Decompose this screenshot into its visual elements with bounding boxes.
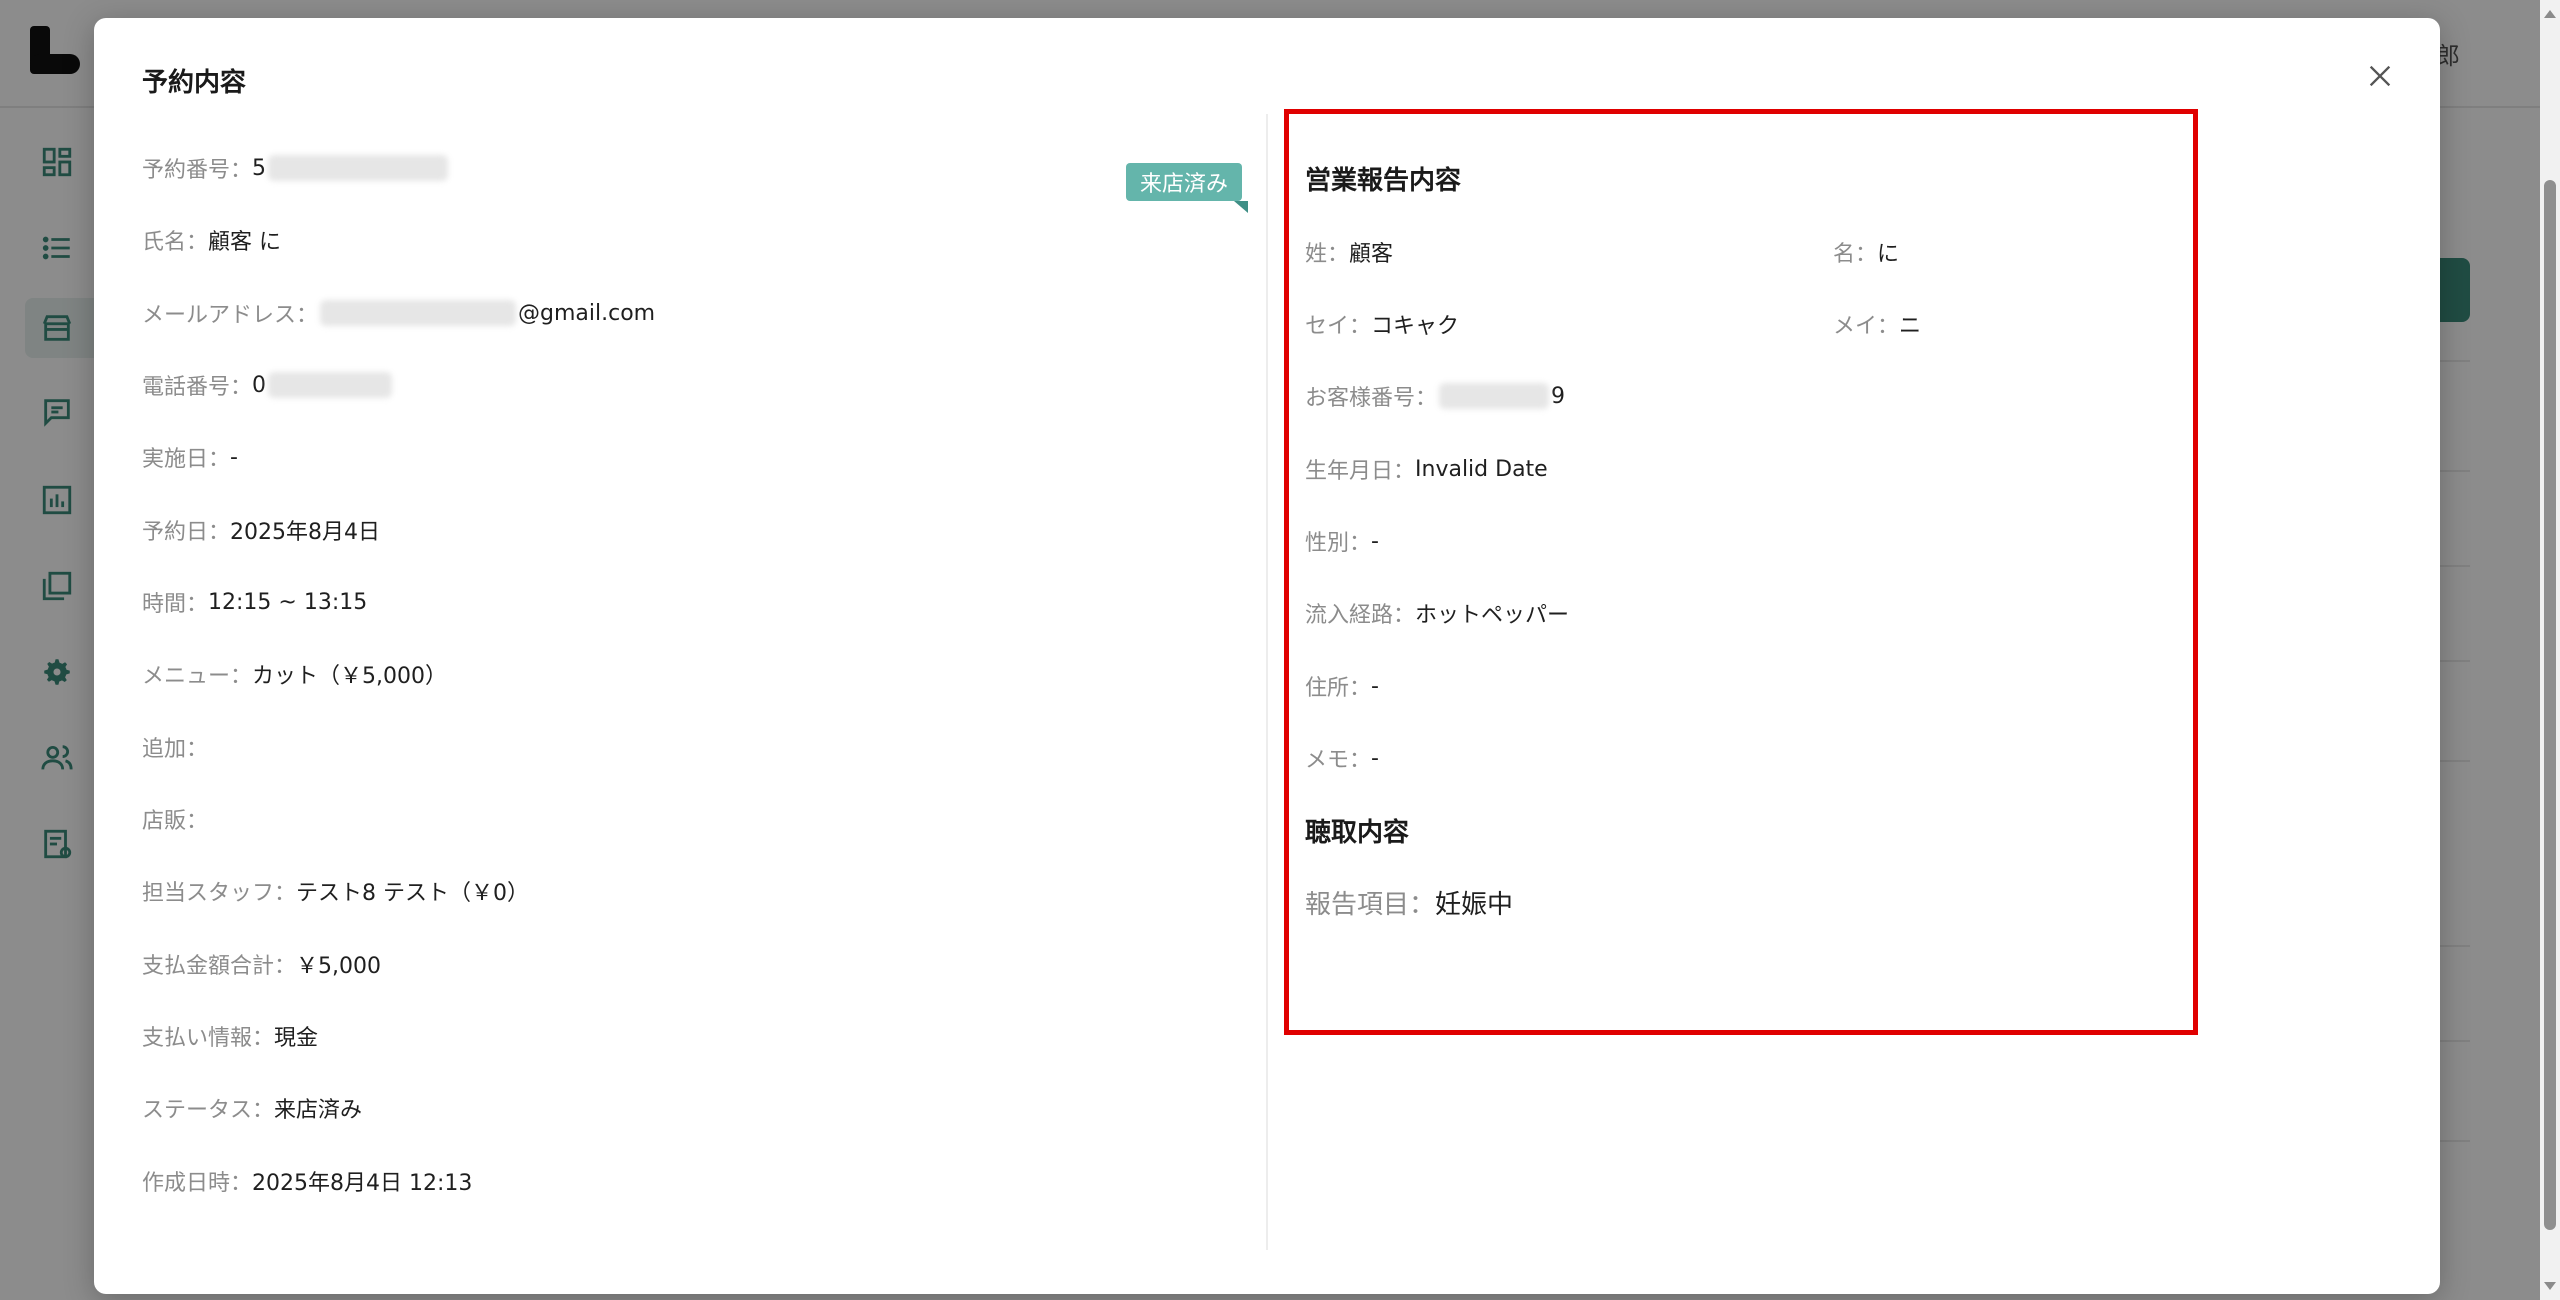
- field-label: 予約日：: [142, 520, 231, 545]
- field-label: 予約番号：: [142, 158, 253, 183]
- scroll-up-icon[interactable]: [2544, 10, 2556, 18]
- reservation-detail-modal: 予約内容 予約番号： 5 氏名： 顧客 に メールアドレス： @gmail.co…: [94, 18, 2440, 1294]
- status-badge: 来店済み: [1126, 163, 1243, 201]
- field-value: -: [1371, 528, 1379, 554]
- field-created-at: 作成日時： 2025年8月4日 12:13: [142, 1161, 472, 1201]
- field-label: セイ：: [1305, 314, 1372, 339]
- field-value: -: [1371, 745, 1379, 771]
- field-reservation-number: 予約番号： 5: [142, 148, 450, 188]
- redacted-text: [268, 155, 449, 181]
- field-memo: メモ： -: [1305, 738, 1379, 778]
- sales-report-section: 営業報告内容 姓： 顧客 名： に セイ： コキャク メイ： ニ お客様番号： …: [1284, 109, 2198, 1035]
- field-label: 電話番号：: [142, 375, 253, 400]
- field-reservation-date: 予約日： 2025年8月4日: [142, 510, 380, 550]
- field-label: メールアドレス：: [142, 303, 319, 328]
- field-label: 生年月日：: [1305, 459, 1416, 484]
- field-label: 作成日時：: [142, 1171, 253, 1196]
- field-label: メニュー：: [142, 664, 253, 689]
- field-last-name: 姓： 顧客: [1305, 232, 1393, 272]
- field-name: 氏名： 顧客 に: [142, 220, 281, 260]
- field-value: 顧客 に: [208, 230, 282, 255]
- field-total-payment: 支払金額合計： ￥5,000: [142, 944, 381, 984]
- field-value: @gmail.com: [518, 300, 656, 326]
- hearing-title: 聴取内容: [1305, 818, 1410, 848]
- field-first-name: 名： に: [1833, 232, 1899, 272]
- field-value: ￥5,000: [296, 954, 381, 979]
- field-customer-number: お客様番号： 9: [1305, 376, 1565, 416]
- field-label: 性別：: [1305, 531, 1372, 556]
- field-label: 支払金額合計：: [142, 954, 297, 979]
- field-birthday: 生年月日： Invalid Date: [1305, 449, 1548, 489]
- field-label: 姓：: [1305, 242, 1350, 267]
- report-title: 営業報告内容: [1305, 166, 1462, 196]
- field-report-item: 報告項目： 妊娠中: [1305, 882, 1513, 922]
- field-value: 来店済み: [274, 1098, 363, 1123]
- field-label: 追加：: [142, 737, 209, 762]
- field-value: 0: [252, 372, 267, 398]
- field-retail: 店販：: [142, 799, 208, 839]
- status-badge-tail: [1234, 201, 1248, 213]
- field-value: に: [1877, 242, 1900, 267]
- field-label: 氏名：: [142, 230, 209, 255]
- field-label: お客様番号：: [1305, 386, 1438, 411]
- field-staff: 担当スタッフ： テスト8 テスト（￥0）: [142, 871, 529, 911]
- field-value: コキャク: [1371, 314, 1460, 339]
- redacted-text: [320, 300, 517, 326]
- field-value: 顧客: [1349, 242, 1394, 267]
- field-payment-info: 支払い情報： 現金: [142, 1016, 318, 1056]
- field-value: 12:15 ~ 13:15: [208, 589, 368, 615]
- field-label: 担当スタッフ：: [142, 881, 297, 906]
- field-execution-date: 実施日： -: [142, 437, 238, 477]
- field-value: -: [230, 444, 238, 470]
- field-email: メールアドレス： @gmail.com: [142, 293, 655, 333]
- page-scrollbar[interactable]: [2540, 0, 2560, 1300]
- field-value: 現金: [274, 1026, 319, 1051]
- field-label: 流入経路：: [1305, 603, 1416, 628]
- field-gender: 性別： -: [1305, 521, 1379, 561]
- field-label: 名：: [1833, 242, 1878, 267]
- field-value: Invalid Date: [1415, 456, 1548, 482]
- field-value: カット（￥5,000）: [252, 664, 447, 689]
- field-label: ステータス：: [142, 1098, 275, 1123]
- field-label: メモ：: [1305, 748, 1372, 773]
- scroll-down-icon[interactable]: [2544, 1282, 2556, 1290]
- field-value: 9: [1551, 383, 1566, 409]
- field-label: 時間：: [142, 592, 209, 617]
- field-status: ステータス： 来店済み: [142, 1088, 362, 1128]
- field-value: 2025年8月4日: [230, 520, 380, 545]
- field-value: -: [1371, 673, 1379, 699]
- field-menu: メニュー： カット（￥5,000）: [142, 654, 447, 694]
- field-phone: 電話番号： 0: [142, 365, 394, 405]
- column-divider: [1266, 114, 1268, 1250]
- field-value: 5: [252, 155, 267, 181]
- close-button[interactable]: [2360, 56, 2400, 96]
- modal-title: 予約内容: [142, 68, 247, 98]
- field-first-name-kana: メイ： ニ: [1833, 304, 1921, 344]
- field-label: 住所：: [1305, 676, 1372, 701]
- field-last-name-kana: セイ： コキャク: [1305, 304, 1459, 344]
- redacted-text: [1439, 383, 1550, 409]
- field-additional: 追加：: [142, 727, 208, 767]
- field-value: テスト8 テスト（￥0）: [296, 881, 530, 906]
- field-value: ホットペッパー: [1415, 603, 1570, 628]
- field-address: 住所： -: [1305, 666, 1379, 706]
- field-label: 支払い情報：: [142, 1026, 275, 1051]
- field-value: 2025年8月4日 12:13: [252, 1171, 473, 1196]
- field-time: 時間： 12:15 ~ 13:15: [142, 582, 367, 622]
- redacted-text: [268, 372, 393, 398]
- field-value: 妊娠中: [1435, 889, 1514, 920]
- field-label: 店販：: [142, 809, 209, 834]
- field-inflow-source: 流入経路： ホットペッパー: [1305, 593, 1569, 633]
- field-label: 報告項目：: [1305, 889, 1436, 920]
- close-icon: [2369, 65, 2391, 87]
- field-label: 実施日：: [142, 447, 231, 472]
- field-value: ニ: [1899, 314, 1922, 339]
- field-label: メイ：: [1833, 314, 1900, 339]
- scroll-thumb[interactable]: [2544, 180, 2556, 1230]
